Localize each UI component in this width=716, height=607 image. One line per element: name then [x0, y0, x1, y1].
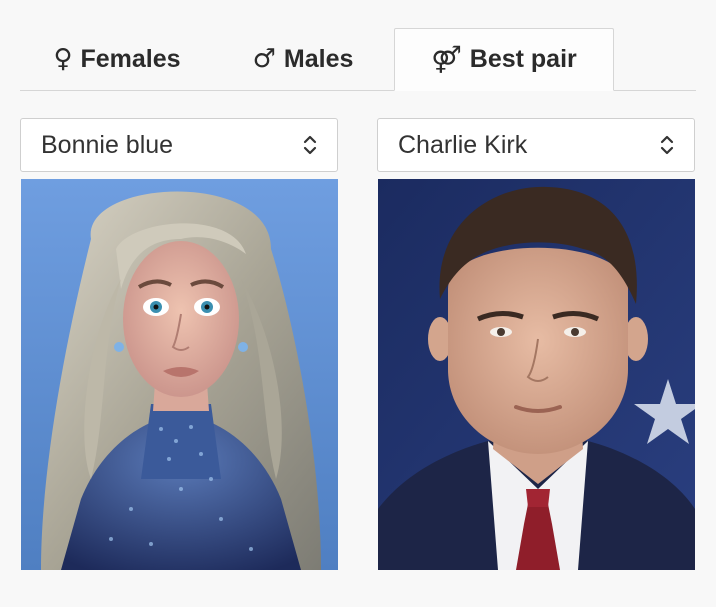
male-portrait [378, 179, 695, 570]
female-select[interactable]: Bonnie blue [20, 118, 338, 172]
tab-males-label: Males [283, 44, 354, 73]
tab-best-pair[interactable]: ⚤ Best pair [394, 28, 614, 91]
pair-symbol-icon: ⚤ [431, 44, 462, 75]
female-symbol-icon: ♀ [53, 44, 73, 74]
chevron-up-down-icon [303, 135, 317, 155]
gender-tabs: ♀ Females ♂ Males ⚤ Best pair [20, 28, 696, 91]
best-pair-page: ♀ Females ♂ Males ⚤ Best pair Bonnie blu… [0, 0, 716, 607]
male-select-value: Charlie Kirk [398, 130, 528, 159]
chevron-up-down-icon [660, 135, 674, 155]
male-select[interactable]: Charlie Kirk [377, 118, 695, 172]
female-portrait [21, 179, 338, 570]
female-select-value: Bonnie blue [41, 130, 174, 159]
tab-females[interactable]: ♀ Females [28, 28, 206, 90]
tab-best-pair-label: Best pair [469, 45, 577, 73]
tab-females-label: Females [80, 44, 181, 73]
male-symbol-icon: ♂ [252, 44, 276, 74]
tab-males[interactable]: ♂ Males [238, 28, 368, 90]
